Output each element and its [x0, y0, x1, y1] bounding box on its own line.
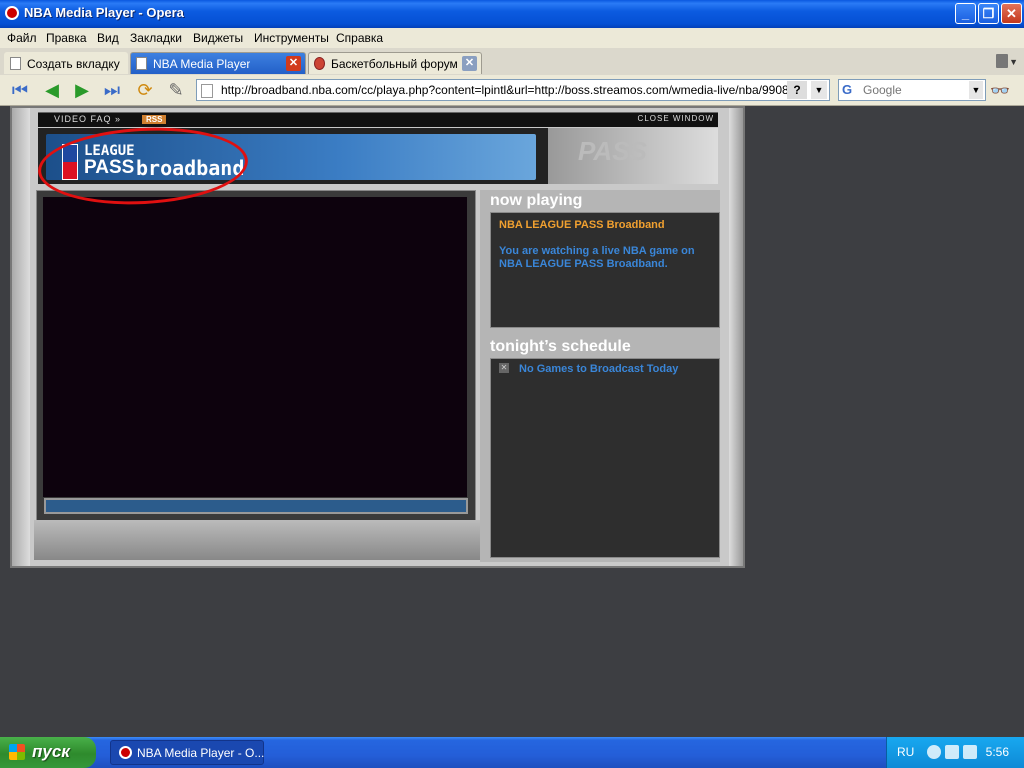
rewind-icon[interactable]: ⏮ [8, 79, 32, 101]
close-button[interactable]: ✕ [1001, 3, 1022, 24]
video-screen[interactable] [43, 197, 467, 497]
windows-logo-icon [9, 744, 25, 760]
minimize-button[interactable]: _ [955, 3, 976, 24]
basketball-icon [314, 57, 325, 70]
side-logo-text: PASS [578, 136, 647, 166]
tab-label: Создать вкладку [27, 57, 120, 71]
search-box[interactable]: G ▼ [838, 79, 986, 101]
tab-basketball-forum[interactable]: Баскетбольный форум ... ✕ [308, 52, 482, 74]
language-indicator[interactable]: RU [897, 745, 914, 759]
address-bar[interactable]: http://broadband.nba.com/cc/playa.php?co… [196, 79, 830, 101]
frame-left [12, 108, 30, 566]
navigation-toolbar: ⏮ ◀ ▶ ⏭ ⟳ ✎ http://broadband.nba.com/cc/… [0, 75, 1024, 106]
clock: 5:56 [985, 745, 1009, 759]
close-tab-icon[interactable]: ✕ [462, 56, 477, 71]
collapse-icon[interactable]: ✕ [499, 363, 509, 373]
search-input[interactable] [861, 82, 969, 98]
site-info-icon[interactable]: ? [787, 81, 807, 99]
schedule-title: tonight’s schedule [490, 338, 631, 355]
menu-file[interactable]: Файл [7, 31, 37, 45]
schedule-text[interactable]: No Games to Broadcast Today [519, 363, 678, 375]
page-icon [136, 57, 147, 70]
new-tab-icon [10, 57, 21, 70]
banner-side-logo: PASS [548, 128, 718, 184]
close-tab-icon[interactable]: ✕ [286, 56, 301, 71]
tab-label: NBA Media Player [153, 57, 251, 71]
trash-icon[interactable] [996, 54, 1008, 68]
close-window-link[interactable]: CLOSE WINDOW [638, 114, 714, 123]
now-playing-title: now playing [490, 192, 583, 209]
now-playing-box: NBA LEAGUE PASS Broadband You are watchi… [490, 212, 720, 328]
menu-widgets[interactable]: Виджеты [193, 31, 243, 45]
video-frame [36, 190, 476, 522]
search-dropdown-icon[interactable]: ▼ [969, 81, 983, 99]
back-icon[interactable]: ◀ [40, 79, 64, 101]
player-top-strip: VIDEO FAQ » RSS CLOSE WINDOW [38, 112, 718, 127]
menu-bookmarks[interactable]: Закладки [130, 31, 182, 45]
zoom-glasses-icon[interactable]: 👓 [990, 81, 1010, 101]
frame-right [729, 108, 743, 566]
chevron-down-icon[interactable]: ▼ [1009, 57, 1018, 67]
page-icon [201, 84, 213, 98]
taskbar: пуск NBA Media Player - O... RU 5:56 [0, 737, 1024, 768]
now-playing-text: You are watching a live NBA game on NBA … [499, 245, 695, 270]
start-label: пуск [32, 742, 70, 761]
url-text[interactable]: http://broadband.nba.com/cc/playa.php?co… [221, 83, 787, 97]
tab-bar: Создать вкладку NBA Media Player ✕ Баске… [0, 48, 1024, 76]
title-bar: NBA Media Player - Opera _ ❐ ✕ [0, 0, 1024, 28]
maximize-button[interactable]: ❐ [978, 3, 999, 24]
tray-arrow-icon[interactable] [927, 745, 941, 759]
address-dropdown-icon[interactable]: ▼ [811, 81, 827, 99]
volume-icon[interactable] [963, 745, 977, 759]
fast-forward-icon[interactable]: ⏭ [100, 79, 124, 101]
start-button[interactable]: пуск [0, 737, 96, 768]
video-faq-link[interactable]: VIDEO FAQ » [54, 114, 121, 124]
schedule-box: ✕ No Games to Broadcast Today [490, 358, 720, 558]
player-control-panel [34, 520, 480, 560]
google-icon: G [842, 82, 853, 97]
menu-bar: Файл Правка Вид Закладки Виджеты Инструм… [0, 28, 1024, 48]
menu-view[interactable]: Вид [97, 31, 119, 45]
tab-nba-media-player[interactable]: NBA Media Player ✕ [130, 52, 306, 74]
network-icon[interactable] [945, 745, 959, 759]
opera-icon [5, 6, 19, 20]
reload-icon[interactable]: ⟳ [133, 79, 157, 101]
window-title: NBA Media Player - Opera [24, 5, 184, 20]
tab-label: Баскетбольный форум ... [331, 57, 461, 71]
menu-help[interactable]: Справка [336, 31, 383, 45]
system-tray: RU 5:56 [886, 737, 1024, 768]
video-progress-bar[interactable] [44, 498, 468, 514]
rss-button[interactable]: RSS [142, 115, 167, 124]
menu-tools[interactable]: Инструменты [254, 31, 329, 45]
new-tab-button[interactable]: Создать вкладку [4, 52, 128, 74]
taskbar-item-opera[interactable]: NBA Media Player - O... [110, 740, 264, 765]
page-content: VIDEO FAQ » RSS CLOSE WINDOW LEAGUE PASS… [0, 106, 1024, 737]
now-playing-heading: NBA LEAGUE PASS Broadband [499, 219, 665, 231]
taskbar-item-label: NBA Media Player - O... [137, 746, 265, 760]
edit-icon[interactable]: ✎ [164, 79, 188, 101]
menu-edit[interactable]: Правка [46, 31, 87, 45]
opera-icon [119, 746, 132, 759]
forward-icon[interactable]: ▶ [70, 79, 94, 101]
